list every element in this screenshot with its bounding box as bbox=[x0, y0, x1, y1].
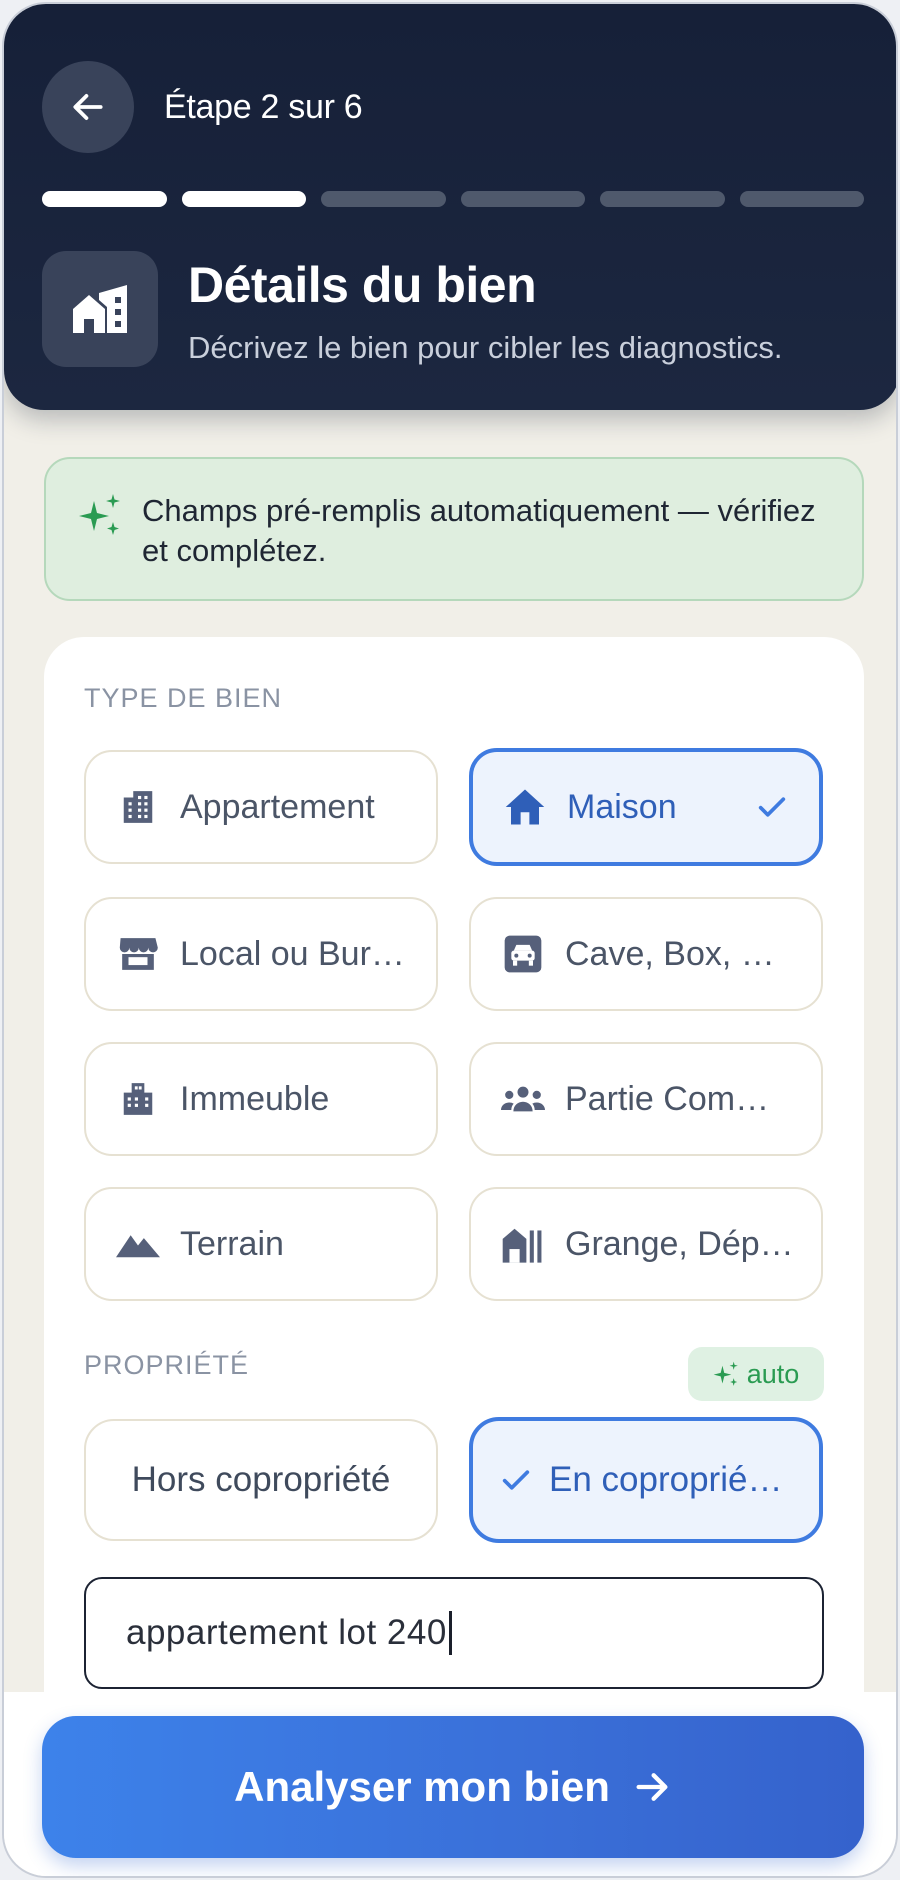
option-maison[interactable]: Maison bbox=[469, 748, 823, 866]
people-group-icon bbox=[501, 1083, 545, 1115]
option-label: Immeuble bbox=[180, 1079, 330, 1118]
option-label: Appartement bbox=[180, 787, 375, 826]
page-title: Détails du bien bbox=[188, 257, 537, 313]
bottom-bar: Analyser mon bien bbox=[4, 1692, 896, 1876]
back-button[interactable] bbox=[42, 61, 134, 153]
apartment-building-icon bbox=[116, 788, 160, 826]
option-cave-box[interactable]: Cave, Box, P… bbox=[469, 897, 823, 1011]
option-appartement[interactable]: Appartement bbox=[84, 750, 438, 864]
check-icon bbox=[502, 1470, 530, 1490]
house-building-icon bbox=[73, 285, 127, 333]
option-partie-commune[interactable]: Partie Comm… bbox=[469, 1042, 823, 1156]
sparkle-icon bbox=[79, 494, 120, 535]
autofill-banner: Champs pré-remplis automatiquement — vér… bbox=[44, 457, 864, 601]
option-label: Local ou Bur… bbox=[180, 934, 405, 973]
check-icon bbox=[758, 797, 786, 817]
option-hors-copropriete[interactable]: Hors copropriété bbox=[84, 1419, 438, 1541]
step-label: Étape 2 sur 6 bbox=[164, 88, 363, 126]
option-label: Terrain bbox=[180, 1224, 284, 1263]
option-terrain[interactable]: Terrain bbox=[84, 1187, 438, 1301]
input-value: appartement lot 240 bbox=[126, 1613, 447, 1652]
progress-segment bbox=[600, 191, 725, 207]
banner-text: Champs pré-remplis automatiquement — vér… bbox=[142, 493, 816, 568]
option-grange-dependance[interactable]: Grange, Dép… bbox=[469, 1187, 823, 1301]
analyze-button[interactable]: Analyser mon bien bbox=[42, 1716, 864, 1858]
text-caret bbox=[448, 1611, 452, 1655]
sparkle-icon bbox=[713, 1361, 738, 1386]
progress-segment bbox=[42, 191, 167, 207]
barn-icon bbox=[501, 1225, 545, 1263]
page-subtitle: Décrivez le bien pour cibler les diagnos… bbox=[188, 330, 783, 365]
step-progress bbox=[42, 191, 864, 207]
phone-screen: Étape 2 sur 6 Détails du bien Décrivez l… bbox=[2, 2, 898, 1878]
section-label-ownership: PROPRIÉTÉ bbox=[84, 1350, 250, 1380]
property-icon-tile bbox=[42, 251, 158, 367]
arrow-right-icon bbox=[636, 1773, 668, 1801]
option-label: Maison bbox=[567, 787, 677, 826]
form-card: TYPE DE BIEN Appartement Maison Local ou… bbox=[44, 637, 864, 1757]
lot-description-input[interactable]: appartement lot 240 bbox=[84, 1577, 824, 1689]
option-label: En coproprié… bbox=[549, 1460, 783, 1499]
arrow-left-icon bbox=[73, 94, 103, 120]
option-label: Partie Comm… bbox=[565, 1079, 795, 1118]
house-icon bbox=[503, 787, 547, 827]
option-immeuble[interactable]: Immeuble bbox=[84, 1042, 438, 1156]
header: Étape 2 sur 6 Détails du bien Décrivez l… bbox=[4, 4, 896, 410]
option-en-copropriete[interactable]: En coproprié… bbox=[469, 1417, 823, 1543]
progress-segment bbox=[181, 191, 306, 207]
section-label-type: TYPE DE BIEN bbox=[84, 683, 283, 713]
building-icon bbox=[116, 1080, 160, 1118]
storefront-icon bbox=[116, 935, 160, 973]
progress-segment bbox=[739, 191, 864, 207]
analyze-button-label: Analyser mon bien bbox=[234, 1763, 610, 1810]
option-label: Hors copropriété bbox=[131, 1460, 391, 1499]
progress-segment bbox=[460, 191, 585, 207]
auto-badge-label: auto bbox=[746, 1358, 800, 1389]
auto-badge: auto bbox=[688, 1347, 824, 1401]
progress-segment bbox=[321, 191, 446, 207]
car-garage-icon bbox=[501, 934, 545, 974]
mountain-icon bbox=[116, 1230, 160, 1258]
option-label: Cave, Box, P… bbox=[565, 934, 795, 973]
option-label: Grange, Dép… bbox=[565, 1224, 794, 1263]
option-local-bureau[interactable]: Local ou Bur… bbox=[84, 897, 438, 1011]
